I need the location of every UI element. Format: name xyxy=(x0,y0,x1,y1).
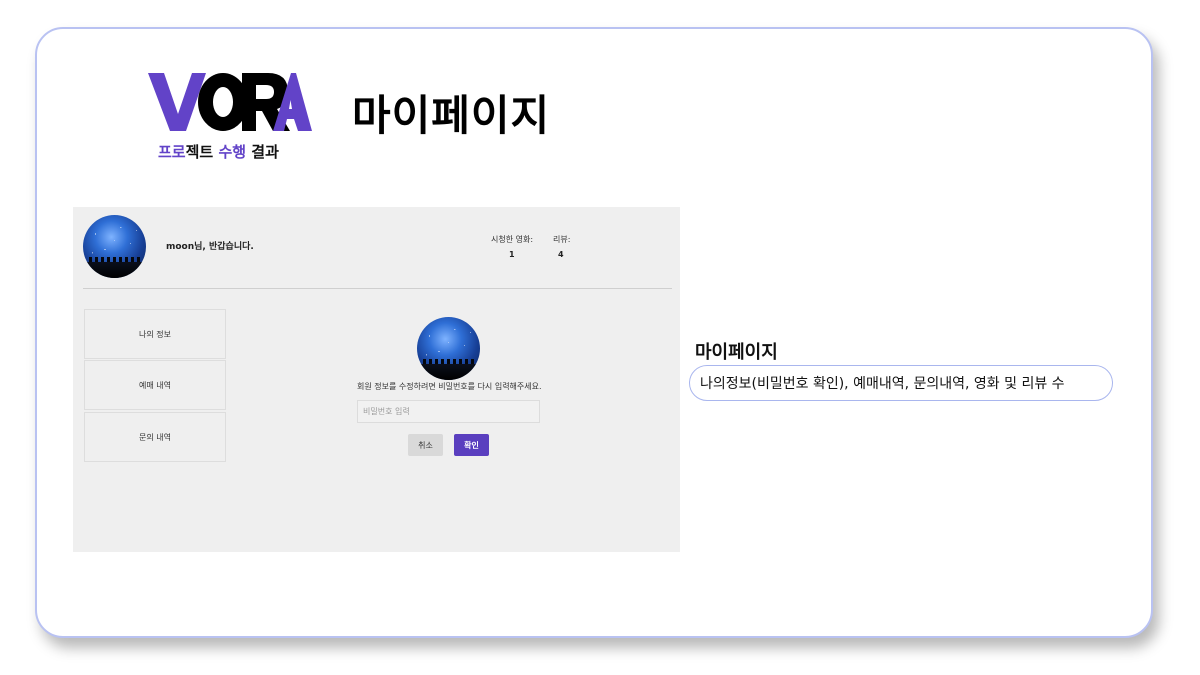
reviews-count: 4 xyxy=(558,250,564,259)
greeting-text: moon님, 반갑습니다. xyxy=(166,242,254,252)
profile-avatar-large xyxy=(417,317,480,380)
watched-movies-count: 1 xyxy=(509,250,515,259)
mypage-screenshot: moon님, 반갑습니다. 시청한 영화: 1 리뷰: 4 나의 정보 예매 내… xyxy=(73,207,680,552)
sidebar-item-my-info[interactable]: 나의 정보 xyxy=(84,309,226,359)
cancel-button[interactable]: 취소 xyxy=(408,434,443,456)
sidebar-item-inquiries[interactable]: 문의 내역 xyxy=(84,412,226,462)
annotation-description: 나의정보(비밀번호 확인), 예매내역, 문의내역, 영화 및 리뷰 수 xyxy=(689,365,1113,401)
sidebar-item-reservations[interactable]: 예매 내역 xyxy=(84,360,226,410)
password-input[interactable] xyxy=(357,400,540,423)
reviews-label: 리뷰: xyxy=(553,235,571,244)
logo-subtitle: 프로젝트 수행 결과 xyxy=(158,143,279,161)
header-divider xyxy=(83,288,672,289)
annotation-title: 마이페이지 xyxy=(695,342,778,363)
vora-logo-mark xyxy=(148,73,312,131)
page-title: 마이페이지 xyxy=(352,91,551,140)
confirm-button[interactable]: 확인 xyxy=(454,434,489,456)
password-confirm-message: 회원 정보를 수정하려면 비밀번호를 다시 입력해주세요. xyxy=(357,382,542,391)
profile-avatar[interactable] xyxy=(83,215,146,278)
watched-movies-label: 시청한 영화: xyxy=(491,235,534,244)
